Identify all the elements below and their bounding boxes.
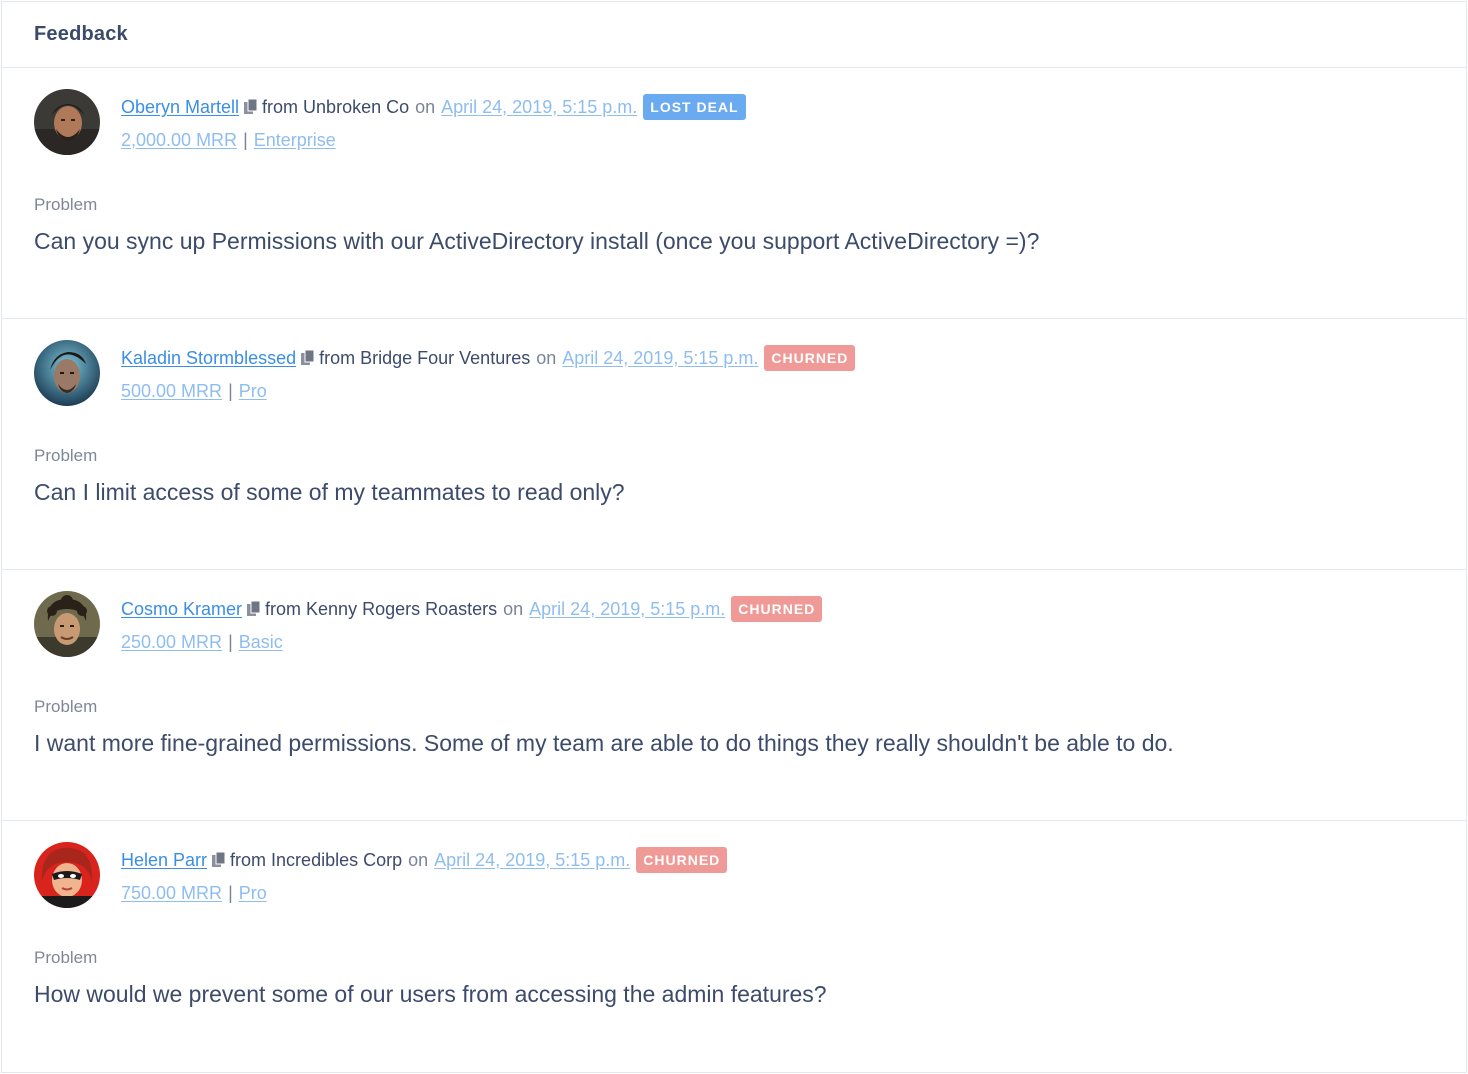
page-title: Feedback [34,23,128,45]
mrr-link[interactable]: 750.00 MRR [121,883,222,904]
plan-link[interactable]: Enterprise [254,130,336,151]
avatar [34,340,100,406]
customer-name-link[interactable]: Helen Parr [121,850,207,871]
company-text: from Kenny Rogers Roasters [265,598,498,619]
problem-text: I want more fine-grained permissions. So… [34,730,1174,756]
plan-link[interactable]: Pro [239,883,267,904]
feedback-item: Oberyn Martell from Unbroken Co on April… [2,68,1466,319]
separator: | [228,380,233,401]
on-text: on [503,598,524,619]
problem-text: Can I limit access of some of my teammat… [34,479,625,505]
plan-link[interactable]: Pro [239,381,267,402]
feedback-meta: Oberyn Martell from Unbroken Co on April… [121,94,746,153]
customer-name-link[interactable]: Oberyn Martell [121,97,239,118]
avatar [34,89,100,155]
problem-label: Problem [34,195,98,214]
copy-icon[interactable] [247,601,261,617]
separator: | [228,882,233,903]
mrr-link[interactable]: 250.00 MRR [121,632,222,653]
feedback-item: Kaladin Stormblessed from Bridge Four Ve… [2,319,1466,570]
feedback-item: Cosmo Kramer from Kenny Rogers Roasters … [2,570,1466,821]
customer-name-link[interactable]: Cosmo Kramer [121,599,242,620]
on-text: on [408,849,429,870]
status-badge: CHURNED [764,345,856,371]
mrr-link[interactable]: 500.00 MRR [121,381,222,402]
feedback-meta: Helen Parr from Incredibles Corp on Apri… [121,847,728,906]
problem-label: Problem [34,446,98,465]
problem-text: Can you sync up Permissions with our Act… [34,228,1040,254]
on-text: on [536,347,557,368]
separator: | [243,129,248,150]
customer-name-link[interactable]: Kaladin Stormblessed [121,348,296,369]
on-text: on [415,96,436,117]
date-link[interactable]: April 24, 2019, 5:15 p.m. [434,850,630,871]
status-badge: CHURNED [636,847,728,873]
separator: | [228,631,233,652]
copy-icon[interactable] [244,99,258,115]
plan-link[interactable]: Basic [239,632,283,653]
company-text: from Incredibles Corp [230,849,403,870]
feedback-item: Helen Parr from Incredibles Corp on Apri… [2,821,1466,1072]
date-link[interactable]: April 24, 2019, 5:15 p.m. [562,348,758,369]
feedback-panel: Feedback Oberyn Martell from Unbroken Co… [1,1,1467,1073]
feedback-meta: Cosmo Kramer from Kenny Rogers Roasters … [121,596,823,655]
problem-text: How would we prevent some of our users f… [34,981,827,1007]
company-text: from Bridge Four Ventures [319,347,531,368]
mrr-link[interactable]: 2,000.00 MRR [121,130,237,151]
feedback-meta: Kaladin Stormblessed from Bridge Four Ve… [121,345,856,404]
status-badge: LOST DEAL [643,94,746,120]
status-badge: CHURNED [731,596,823,622]
avatar [34,842,100,908]
problem-label: Problem [34,948,98,967]
problem-label: Problem [34,697,98,716]
avatar-red-hero-mask-icon [34,842,100,908]
copy-icon[interactable] [212,852,226,868]
avatar [34,591,100,657]
panel-header: Feedback [2,2,1466,68]
copy-icon[interactable] [301,350,315,366]
avatar-dark-hair-beard-icon [34,89,100,155]
avatar-curly-hair-icon [34,591,100,657]
date-link[interactable]: April 24, 2019, 5:15 p.m. [529,599,725,620]
date-link[interactable]: April 24, 2019, 5:15 p.m. [441,97,637,118]
avatar-blue-storm-icon [34,340,100,406]
company-text: from Unbroken Co [262,96,410,117]
